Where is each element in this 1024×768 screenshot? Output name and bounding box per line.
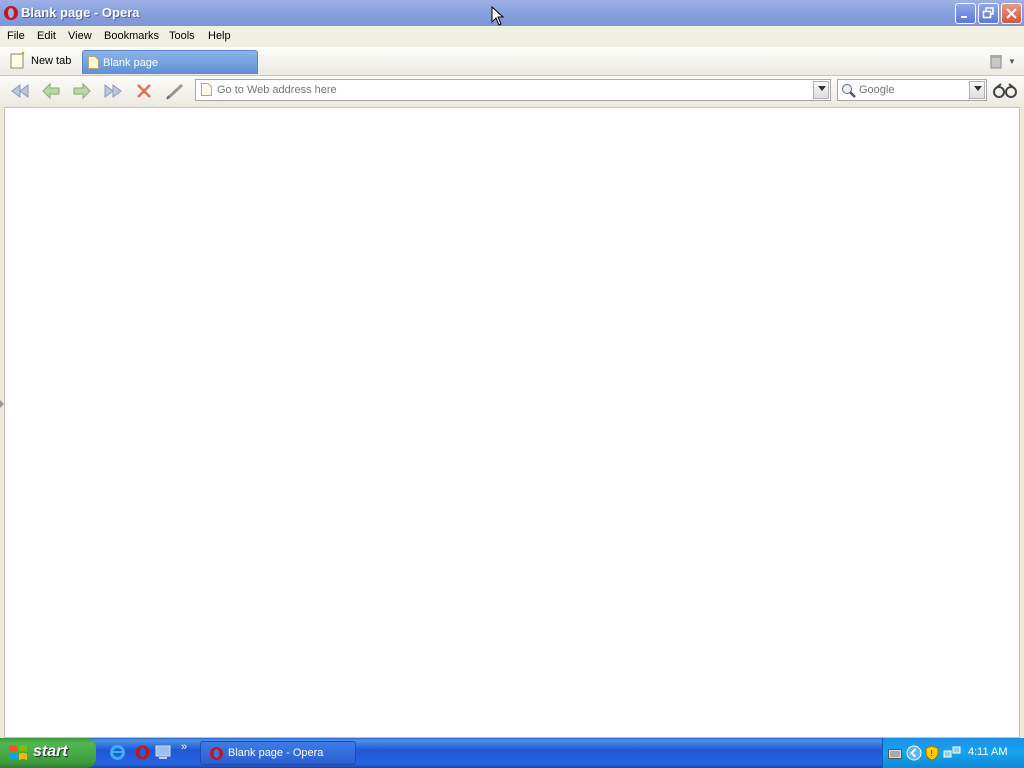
menu-help[interactable]: Help	[208, 30, 231, 42]
taskbar-window-button[interactable]: Blank page - Opera	[200, 741, 356, 765]
menu-bar: File Edit View Bookmarks Tools Help	[0, 26, 1024, 48]
start-label: start	[33, 743, 68, 760]
trash-dropdown-icon[interactable]: ▼	[1008, 57, 1016, 66]
fast-forward-icon[interactable]	[102, 80, 124, 102]
network-icon[interactable]	[943, 745, 961, 761]
address-dropdown-button[interactable]	[813, 81, 829, 99]
search-engine-dropdown-button[interactable]	[969, 81, 985, 99]
back-icon[interactable]	[40, 80, 62, 102]
quick-launch-more-icon[interactable]: »	[181, 741, 187, 753]
binoculars-icon[interactable]	[993, 81, 1017, 101]
show-desktop-icon[interactable]	[155, 744, 172, 761]
restore-button[interactable]	[978, 3, 999, 24]
search-input[interactable]	[859, 84, 967, 96]
svg-text:!: !	[930, 749, 933, 758]
tab-label: Blank page	[103, 57, 159, 69]
page-icon	[88, 56, 99, 69]
taskbar-window-label: Blank page - Opera	[228, 747, 324, 759]
page-icon	[201, 83, 212, 96]
side-panel-toggle-icon[interactable]	[0, 400, 4, 408]
forward-icon[interactable]	[71, 80, 93, 102]
menu-file[interactable]: File	[7, 30, 25, 42]
opera-icon[interactable]	[134, 744, 151, 761]
new-tab-icon	[10, 51, 25, 69]
chevron-down-icon	[974, 86, 982, 91]
tab-bar: New tab Blank page ▼	[0, 47, 1024, 76]
opera-icon	[210, 747, 223, 760]
window-title: Blank page - Opera	[21, 5, 140, 20]
menu-edit[interactable]: Edit	[37, 30, 56, 42]
new-tab-label: New tab	[31, 55, 72, 67]
address-input[interactable]	[217, 84, 807, 96]
security-shield-icon[interactable]: !	[925, 745, 939, 761]
close-button[interactable]	[1001, 3, 1022, 24]
system-tray: ! 4:11 AM	[882, 738, 1024, 768]
close-icon	[1006, 8, 1017, 19]
keyboard-icon[interactable]	[888, 749, 902, 759]
trash-can-icon[interactable]	[988, 53, 1004, 69]
tab-blank-page[interactable]: Blank page	[82, 50, 258, 74]
start-button[interactable]: start	[0, 738, 96, 768]
address-bar[interactable]	[195, 79, 831, 101]
menu-bookmarks[interactable]: Bookmarks	[104, 30, 159, 42]
menu-view[interactable]: View	[68, 30, 92, 42]
menu-tools[interactable]: Tools	[169, 30, 195, 42]
windows-logo-icon	[9, 745, 27, 760]
navigation-toolbar	[0, 76, 1024, 106]
rewind-icon[interactable]	[9, 80, 31, 102]
page-content-area[interactable]	[4, 107, 1020, 738]
taskbar: start » Blank page - Opera ! 4:11 AM	[0, 738, 1024, 768]
chevron-down-icon	[818, 86, 826, 91]
mouse-cursor-icon	[491, 6, 505, 26]
search-icon	[842, 84, 856, 98]
minimize-button[interactable]	[955, 3, 976, 24]
internet-explorer-icon[interactable]	[109, 744, 126, 761]
edit-pen-icon[interactable]	[164, 80, 186, 102]
restore-icon	[982, 7, 994, 19]
opera-logo-icon	[4, 6, 18, 20]
title-bar[interactable]: Blank page - Opera	[0, 0, 1024, 26]
clock: 4:11 AM	[968, 746, 1008, 758]
search-box[interactable]	[837, 79, 987, 101]
stop-icon[interactable]	[133, 80, 155, 102]
collapse-tray-icon[interactable]	[906, 745, 922, 761]
minimize-icon	[961, 16, 967, 18]
